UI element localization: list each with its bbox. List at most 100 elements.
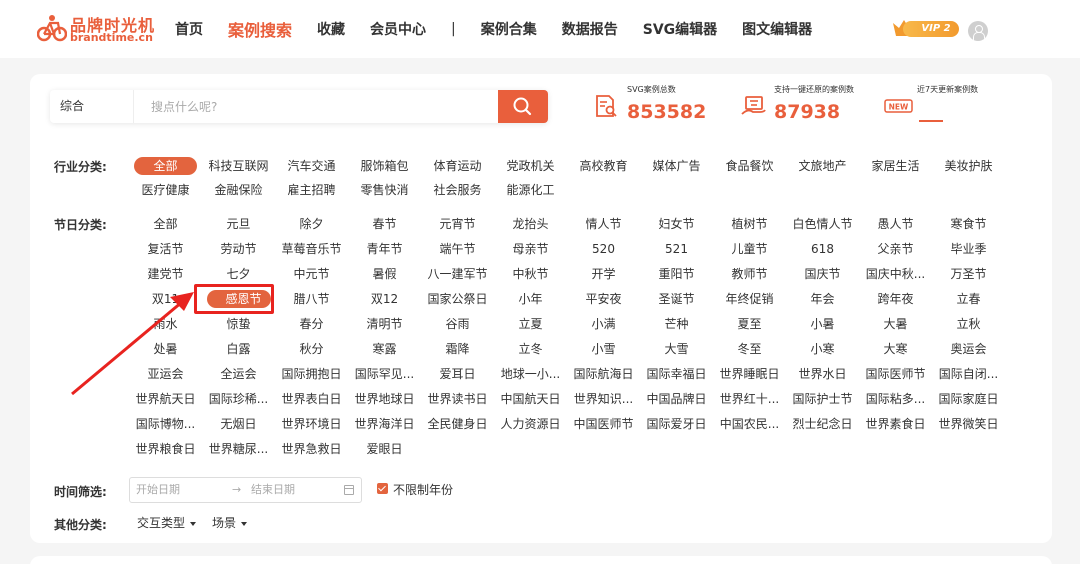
festival-tag[interactable]: 开学 xyxy=(567,264,640,284)
festival-tag[interactable]: 人力资源日 xyxy=(494,414,567,434)
scene-dropdown[interactable]: 场景 xyxy=(212,514,248,531)
industry-tag[interactable]: 医疗健康 xyxy=(129,180,202,200)
industry-tag[interactable]: 高校教育 xyxy=(567,156,640,176)
festival-tag[interactable]: 寒食节 xyxy=(932,214,1005,234)
festival-tag[interactable]: 世界读书日 xyxy=(421,389,494,409)
industry-tag[interactable]: 雇主招聘 xyxy=(275,180,348,200)
festival-tag[interactable]: 夏至 xyxy=(713,314,786,334)
festival-tag[interactable]: 白露 xyxy=(202,339,275,359)
nav-item[interactable]: 案例合集 xyxy=(481,19,537,39)
industry-tag[interactable]: 金融保险 xyxy=(202,180,275,200)
festival-tag[interactable]: 春节 xyxy=(348,214,421,234)
festival-tag[interactable]: 芒种 xyxy=(640,314,713,334)
festival-tag[interactable]: 国家公祭日 xyxy=(421,289,494,309)
festival-tag[interactable]: 母亲节 xyxy=(494,239,567,259)
festival-tag[interactable]: 小满 xyxy=(567,314,640,334)
festival-tag[interactable]: 世界水日 xyxy=(786,364,859,384)
festival-tag[interactable]: 处暑 xyxy=(129,339,202,359)
industry-tag[interactable]: 党政机关 xyxy=(494,156,567,176)
festival-tag[interactable]: 国际粘多... xyxy=(859,389,932,409)
festival-tag[interactable]: 双11 xyxy=(129,289,202,309)
festival-tag[interactable]: 寒露 xyxy=(348,339,421,359)
festival-tag[interactable]: 大寒 xyxy=(859,339,932,359)
festival-tag[interactable]: 八一建军节 xyxy=(421,264,494,284)
festival-tag[interactable]: 七夕 xyxy=(202,264,275,284)
festival-tag[interactable]: 除夕 xyxy=(275,214,348,234)
end-date-field[interactable]: 结束日期 xyxy=(251,478,295,502)
festival-tag[interactable]: 年终促销 xyxy=(713,289,786,309)
industry-tag[interactable]: 服饰箱包 xyxy=(348,156,421,176)
festival-tag[interactable]: 521 xyxy=(640,239,713,259)
festival-tag[interactable]: 万圣节 xyxy=(932,264,1005,284)
nav-item[interactable]: 案例搜索 xyxy=(228,17,292,41)
festival-tag[interactable]: 愚人节 xyxy=(859,214,932,234)
industry-tag[interactable]: 媒体广告 xyxy=(640,156,713,176)
festival-tag[interactable]: 中元节 xyxy=(275,264,348,284)
nav-item[interactable]: SVG编辑器 xyxy=(643,19,717,39)
festival-tag[interactable]: 立秋 xyxy=(932,314,1005,334)
festival-tag[interactable]: 国庆中秋... xyxy=(859,264,932,284)
festival-tag[interactable]: 暑假 xyxy=(348,264,421,284)
nav-item[interactable]: 数据报告 xyxy=(562,19,618,39)
festival-tag[interactable]: 中国农民... xyxy=(713,414,786,434)
festival-tag[interactable]: 世界航天日 xyxy=(129,389,202,409)
festival-tag[interactable]: 世界环境日 xyxy=(275,414,348,434)
festival-tag[interactable]: 奥运会 xyxy=(932,339,1005,359)
festival-tag[interactable]: 春分 xyxy=(275,314,348,334)
festival-tag[interactable]: 世界海洋日 xyxy=(348,414,421,434)
festival-tag[interactable]: 亚运会 xyxy=(129,364,202,384)
festival-tag[interactable]: 520 xyxy=(567,239,640,259)
festival-tag[interactable]: 中国航天日 xyxy=(494,389,567,409)
festival-tag[interactable]: 立冬 xyxy=(494,339,567,359)
festival-tag[interactable]: 国际罕见... xyxy=(348,364,421,384)
start-date-field[interactable]: 开始日期 xyxy=(136,478,180,502)
festival-tag[interactable]: 国际博物... xyxy=(129,414,202,434)
festival-tag[interactable]: 国际家庭日 xyxy=(932,389,1005,409)
festival-tag[interactable]: 立春 xyxy=(932,289,1005,309)
festival-tag[interactable]: 元宵节 xyxy=(421,214,494,234)
festival-tag[interactable]: 妇女节 xyxy=(640,214,713,234)
industry-tag[interactable]: 科技互联网 xyxy=(202,156,275,176)
festival-tag[interactable]: 年会 xyxy=(786,289,859,309)
festival-tag[interactable]: 冬至 xyxy=(713,339,786,359)
festival-tag[interactable]: 情人节 xyxy=(567,214,640,234)
festival-tag[interactable]: 复活节 xyxy=(129,239,202,259)
festival-tag[interactable]: 世界知识... xyxy=(567,389,640,409)
festival-tag[interactable]: 劳动节 xyxy=(202,239,275,259)
industry-tag[interactable]: 全部 xyxy=(129,156,202,176)
festival-tag[interactable]: 国际幸福日 xyxy=(640,364,713,384)
industry-tag[interactable]: 文旅地产 xyxy=(786,156,859,176)
festival-tag[interactable]: 烈士纪念日 xyxy=(786,414,859,434)
industry-tag[interactable]: 食品餐饮 xyxy=(713,156,786,176)
industry-tag[interactable]: 美妆护肤 xyxy=(932,156,1005,176)
festival-tag[interactable]: 国际自闭... xyxy=(932,364,1005,384)
festival-tag[interactable]: 世界表白日 xyxy=(275,389,348,409)
festival-tag[interactable]: 全民健身日 xyxy=(421,414,494,434)
festival-tag[interactable]: 无烟日 xyxy=(202,414,275,434)
industry-tag[interactable]: 家居生活 xyxy=(859,156,932,176)
festival-tag[interactable]: 爱耳日 xyxy=(421,364,494,384)
festival-tag[interactable]: 重阳节 xyxy=(640,264,713,284)
festival-tag[interactable]: 元旦 xyxy=(202,214,275,234)
festival-tag[interactable]: 大暑 xyxy=(859,314,932,334)
festival-tag[interactable]: 父亲节 xyxy=(859,239,932,259)
festival-tag[interactable]: 国际医师节 xyxy=(859,364,932,384)
festival-tag[interactable]: 国际拥抱日 xyxy=(275,364,348,384)
industry-tag[interactable]: 体育运动 xyxy=(421,156,494,176)
nav-item[interactable]: 会员中心 xyxy=(370,19,426,39)
festival-tag[interactable]: 世界微笑日 xyxy=(932,414,1005,434)
festival-tag[interactable]: 国际护士节 xyxy=(786,389,859,409)
festival-tag[interactable]: 国际爱牙日 xyxy=(640,414,713,434)
festival-tag[interactable]: 世界地球日 xyxy=(348,389,421,409)
festival-tag[interactable]: 全运会 xyxy=(202,364,275,384)
festival-tag[interactable]: 小暑 xyxy=(786,314,859,334)
search-type-select[interactable]: 综合 xyxy=(50,90,134,123)
festival-tag[interactable]: 植树节 xyxy=(713,214,786,234)
nav-item[interactable]: 图文编辑器 xyxy=(742,19,812,39)
festival-tag[interactable]: 618 xyxy=(786,239,859,259)
festival-tag[interactable]: 清明节 xyxy=(348,314,421,334)
festival-tag[interactable]: 平安夜 xyxy=(567,289,640,309)
festival-tag[interactable]: 中秋节 xyxy=(494,264,567,284)
festival-tag[interactable]: 草莓音乐节 xyxy=(275,239,348,259)
festival-tag[interactable]: 小雪 xyxy=(567,339,640,359)
